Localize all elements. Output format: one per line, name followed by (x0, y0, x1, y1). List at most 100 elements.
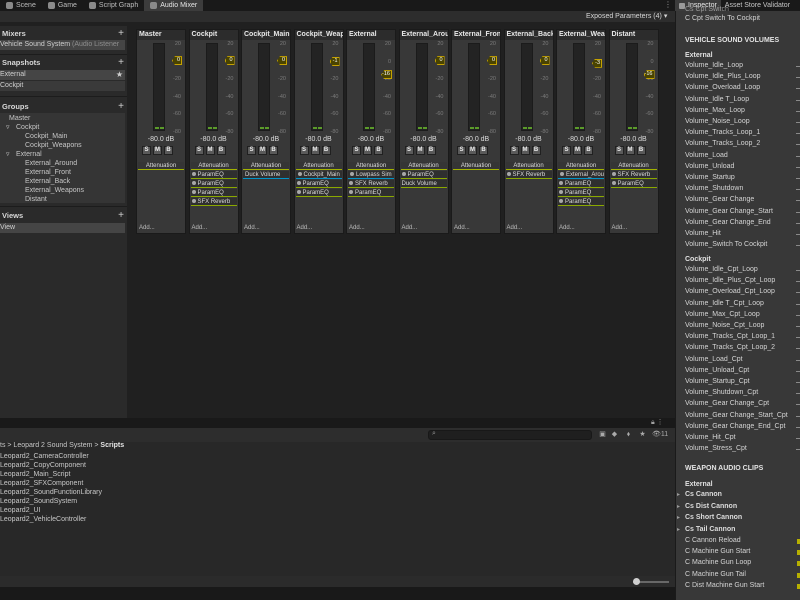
mute-button[interactable]: M (153, 146, 162, 155)
expand-triangle-icon[interactable]: ▸ (677, 526, 680, 533)
file-item[interactable]: Leopard2_CameraController (0, 453, 89, 460)
effect-bypass-dot-icon[interactable] (611, 172, 616, 177)
file-item[interactable]: Leopard2_VehicleController (0, 516, 86, 523)
solo-button[interactable]: S (614, 146, 624, 155)
value-field[interactable] (796, 166, 800, 168)
mute-button[interactable]: M (310, 146, 320, 155)
value-field[interactable] (796, 314, 800, 316)
add-effect-button[interactable]: Add... (349, 225, 365, 231)
add-effect-button[interactable]: Add... (297, 225, 313, 231)
effect-lowpass-sim[interactable]: Lowpass Sim (348, 171, 394, 179)
bypass-button[interactable]: B (426, 146, 436, 155)
effect-parameq[interactable]: ParamEQ (348, 189, 394, 197)
value-field[interactable] (796, 337, 800, 339)
effect-parameq[interactable]: ParamEQ (610, 180, 657, 188)
value-field[interactable] (796, 200, 800, 202)
effect-sfx-reverb[interactable]: SFX Reverb (348, 180, 394, 188)
snapshot-item-cockpit[interactable]: Cockpit (0, 81, 125, 91)
bypass-button[interactable]: B (374, 146, 383, 155)
value-field[interactable] (796, 234, 800, 235)
breadcrumb[interactable]: ts > Leopard 2 Sound System > Scripts (0, 442, 124, 449)
bypass-button[interactable]: B (321, 146, 331, 155)
tab-asset-store-validator[interactable]: Asset Store Validator (721, 0, 794, 11)
effect-sfx-reverb[interactable]: SFX Reverb (610, 171, 657, 179)
effect-duck-volume[interactable]: Duck Volume (400, 180, 447, 188)
mute-button[interactable]: M (205, 146, 215, 155)
value-field[interactable] (796, 359, 800, 361)
channel-strip-external[interactable]: External200-20-40-60-80-16-80.0 dBSMBAtt… (346, 29, 396, 234)
tab-scene[interactable]: Scene (0, 0, 42, 11)
channel-strip-master[interactable]: Master200-20-40-60-800-80.0 dBSMBAttenua… (136, 29, 186, 234)
bypass-button[interactable]: B (164, 146, 173, 155)
solo-button[interactable]: S (562, 146, 571, 155)
mute-button[interactable]: M (415, 146, 425, 155)
weapon-clip-group[interactable]: Cs Short Cannon (685, 514, 742, 521)
value-field[interactable] (796, 270, 800, 271)
value-field[interactable] (796, 370, 800, 372)
bypass-button[interactable]: B (636, 146, 646, 155)
add-snapshot-button[interactable]: + (118, 57, 124, 69)
more-options-icon[interactable]: ⋮ (662, 0, 674, 11)
effect-bypass-dot-icon[interactable] (349, 181, 353, 186)
file-item[interactable]: Leopard2_UI (0, 507, 40, 514)
channel-strip-external-arou[interactable]: External_Arou200-20-40-60-800-80.0 dBSMB… (398, 29, 449, 234)
value-field[interactable] (796, 99, 800, 101)
bypass-button[interactable]: B (216, 146, 226, 155)
mute-button[interactable]: M (520, 146, 530, 155)
value-field[interactable] (796, 222, 800, 224)
effect-parameq[interactable]: ParamEQ (558, 180, 604, 188)
effect-bypass-dot-icon[interactable] (191, 181, 196, 186)
tab-game[interactable]: Game (42, 0, 83, 11)
effect-bypass-dot-icon[interactable] (559, 190, 563, 195)
group-external-around[interactable]: External_Around (25, 159, 77, 168)
file-item[interactable]: Leopard2_SoundFunctionLibrary (0, 489, 102, 496)
effect-bypass-dot-icon[interactable] (559, 181, 563, 186)
add-mixer-button[interactable]: + (118, 28, 124, 40)
group-master[interactable]: Master (9, 114, 30, 123)
effect-attenuation[interactable]: Attenuation (400, 162, 447, 170)
file-item[interactable]: Leopard2_SoundSystem (0, 498, 77, 505)
value-field[interactable] (796, 382, 800, 383)
effect-external-arou[interactable]: External_Arou (558, 171, 604, 179)
add-effect-button[interactable]: Add... (612, 225, 628, 231)
value-field[interactable] (796, 110, 800, 112)
weapon-clip-group[interactable]: Cs Tail Cannon (685, 526, 735, 533)
value-field[interactable] (796, 189, 800, 191)
value-field[interactable] (796, 393, 800, 395)
add-effect-button[interactable]: Add... (507, 225, 523, 231)
weapon-clip-group[interactable]: Cs Cannon (685, 491, 722, 498)
mute-button[interactable]: M (258, 146, 267, 155)
effect-bypass-dot-icon[interactable] (401, 172, 406, 177)
value-field[interactable] (796, 426, 800, 428)
expand-triangle-icon[interactable]: ▿ (6, 150, 10, 159)
effect-bypass-dot-icon[interactable] (560, 172, 564, 177)
effect-parameq[interactable]: ParamEQ (190, 171, 237, 179)
volume-fader-handle[interactable]: -1 (329, 56, 340, 66)
effect-sfx-reverb[interactable]: SFX Reverb (505, 171, 552, 179)
channel-strip-cockpit-main[interactable]: Cockpit_Main200-20-40-60-800-80.0 dBSMBA… (241, 29, 291, 234)
file-item[interactable]: Leopard2_SFXComponent (0, 480, 83, 487)
view-item[interactable]: View (0, 223, 125, 233)
solo-button[interactable]: S (142, 146, 151, 155)
bypass-button[interactable]: B (479, 146, 488, 155)
effect-bypass-dot-icon[interactable] (350, 172, 354, 177)
filter-by-label-icon[interactable]: ◆ (610, 430, 619, 439)
value-field[interactable] (796, 88, 800, 90)
add-effect-button[interactable]: Add... (192, 225, 208, 231)
tab-script-graph[interactable]: Script Graph (83, 0, 144, 11)
exposed-parameters-dropdown[interactable]: Exposed Parameters (4) ▾ (586, 12, 667, 20)
group-external-front[interactable]: External_Front (25, 168, 71, 177)
effect-parameq[interactable]: ParamEQ (190, 180, 237, 188)
effect-attenuation[interactable]: Attenuation (610, 162, 657, 170)
effect-bypass-dot-icon[interactable] (296, 181, 301, 186)
bypass-button[interactable]: B (531, 146, 541, 155)
mixer-item[interactable]: Vehicle Sound System (Audio Listener (0, 40, 125, 50)
effect-parameq[interactable]: ParamEQ (400, 171, 447, 179)
solo-button[interactable]: S (247, 146, 256, 155)
effect-attenuation[interactable]: Attenuation (505, 162, 552, 170)
project-search-input[interactable]: ⌕ (428, 430, 592, 440)
effect-bypass-dot-icon[interactable] (296, 190, 301, 195)
value-field[interactable] (796, 77, 800, 79)
group-external-weapons[interactable]: External_Weapons (25, 186, 84, 195)
add-effect-button[interactable]: Add... (402, 225, 418, 231)
